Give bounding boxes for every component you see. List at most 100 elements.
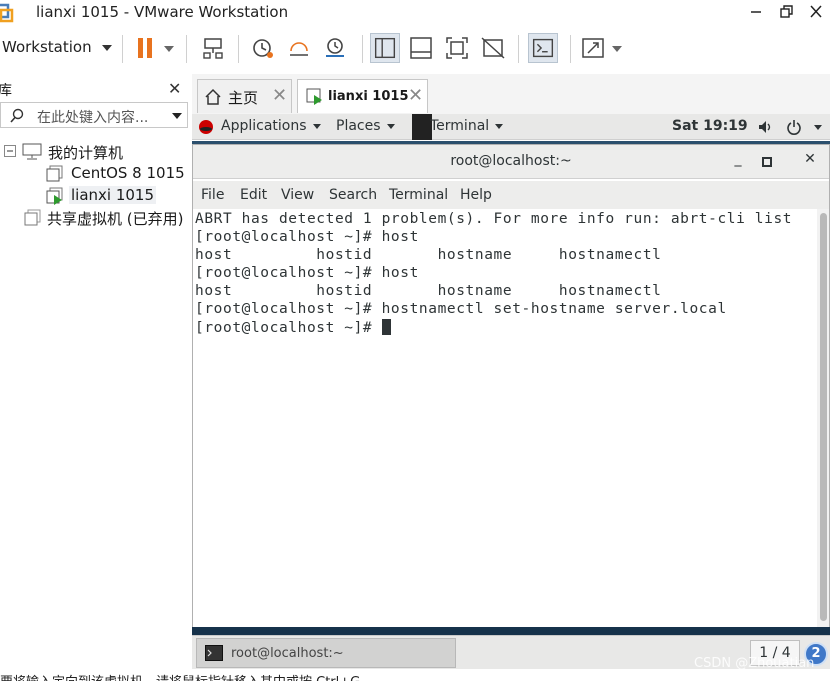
menu-edit[interactable]: Edit (240, 187, 267, 203)
chevron-down-icon[interactable] (612, 46, 622, 52)
status-bar: 要将输入定向到该虚拟机，请将鼠标指针移入其中或按 Ctrl+G。 (0, 671, 830, 681)
status-text: 要将输入定向到该虚拟机，请将鼠标指针移入其中或按 Ctrl+G。 (0, 671, 373, 681)
main-toolbar: Workstation (0, 30, 830, 68)
toolbar-divider (570, 35, 571, 63)
power-icon[interactable] (786, 119, 802, 135)
menu-terminal[interactable]: Terminal (389, 187, 448, 203)
tree-label: lianxi 1015 (69, 186, 157, 204)
chevron-down-icon[interactable] (814, 125, 822, 130)
terminal-app-icon (412, 114, 432, 140)
stretch-icon[interactable] (578, 33, 608, 63)
library-search-input[interactable]: 在此处键入内容... (0, 102, 188, 128)
terminal-prompt-line: [root@localhost ~]# (195, 319, 391, 336)
workstation-menu[interactable]: Workstation (2, 38, 112, 56)
tree-label: 共享虚拟机 (已弃用) (47, 210, 184, 228)
tab-label: 主页 (228, 89, 259, 107)
tree-item-vm[interactable]: CentOS 8 1015 (0, 162, 190, 184)
collapse-icon[interactable] (4, 145, 16, 157)
revert-snapshot-icon[interactable] (284, 33, 314, 63)
clock[interactable]: Sat 19:19 (672, 118, 748, 134)
toolbar-divider (186, 35, 187, 63)
tab-lianxi[interactable]: lianxi 1015 ✕ (297, 79, 428, 113)
title-bar: lianxi 1015 - VMware Workstation (0, 0, 830, 26)
tab-label: lianxi 1015 (328, 89, 409, 104)
toolbar-divider (518, 35, 519, 63)
maximize-icon[interactable] (761, 156, 773, 168)
terminal-icon (205, 645, 223, 661)
close-icon[interactable] (805, 2, 827, 22)
tree-item-vm-selected[interactable]: lianxi 1015 (0, 184, 190, 206)
library-title: 库 (0, 83, 12, 99)
taskbar-window-button[interactable]: root@localhost:~ (196, 638, 456, 668)
gnome-top-bar: Applications Places Terminal Sat 19:19 (192, 114, 830, 140)
search-placeholder: 在此处键入内容... (37, 110, 149, 126)
places-menu[interactable]: Places (336, 118, 395, 134)
volume-icon[interactable] (758, 120, 774, 134)
shared-vm-icon (24, 209, 41, 226)
menu-search[interactable]: Search (329, 187, 377, 203)
search-icon (10, 108, 24, 123)
fullscreen-icon[interactable] (442, 33, 472, 63)
taskbar-window-label: root@localhost:~ (231, 646, 344, 661)
chevron-down-icon (312, 123, 321, 129)
library-view-icon[interactable] (370, 33, 400, 63)
tree-item-shared-vms[interactable]: 共享虚拟机 (已弃用) (0, 206, 190, 228)
window-title: lianxi 1015 - VMware Workstation (36, 3, 289, 21)
toolbar-divider (362, 35, 363, 63)
terminal-header-bar[interactable]: root@localhost:~ _ ✕ (193, 145, 829, 179)
tree-item-my-computer[interactable]: 我的计算机 (0, 140, 190, 162)
close-icon[interactable]: ✕ (168, 79, 181, 98)
vm-running-icon (46, 187, 63, 205)
toolbar-divider (122, 35, 123, 63)
terminal-line: [root@localhost ~]# host (195, 229, 419, 245)
close-icon[interactable]: ✕ (799, 151, 821, 173)
terminal-window[interactable]: root@localhost:~ _ ✕ File Edit View Sear… (192, 144, 830, 627)
menu-view[interactable]: View (281, 187, 314, 203)
chevron-down-icon (386, 123, 395, 129)
tab-home[interactable]: 主页 ✕ (197, 79, 292, 113)
redhat-icon (199, 120, 213, 134)
terminal-line: host hostid hostname hostnamectl (195, 247, 662, 263)
menu-help[interactable]: Help (460, 187, 492, 203)
scrollbar-thumb[interactable] (820, 213, 827, 621)
vm-running-icon (306, 88, 322, 105)
terminal-line: [root@localhost ~]# host (195, 265, 419, 281)
chevron-down-icon[interactable] (172, 113, 182, 119)
terminal-line: ABRT has detected 1 problem(s). For more… (195, 211, 793, 227)
snapshot-icon[interactable] (248, 33, 278, 63)
library-panel: 库 ✕ 在此处键入内容... 我的计算机 CentOS 8 1015 lianx… (0, 74, 190, 681)
menu-file[interactable]: File (201, 187, 224, 203)
restore-icon[interactable] (775, 2, 797, 22)
terminal-scrollbar[interactable] (817, 209, 829, 627)
terminal-app-menu[interactable]: Terminal (430, 118, 504, 134)
terminal-line: host hostid hostname hostnamectl (195, 283, 662, 299)
close-icon[interactable]: ✕ (408, 85, 423, 106)
console-view-icon[interactable] (406, 33, 436, 63)
chevron-down-icon[interactable] (164, 46, 174, 52)
vmware-logo-icon (0, 3, 14, 23)
send-ctrl-alt-del-icon[interactable] (198, 33, 228, 63)
vm-tab-strip: 主页 ✕ lianxi 1015 ✕ (192, 74, 830, 114)
unity-icon[interactable] (478, 33, 508, 63)
chevron-down-icon (101, 44, 112, 51)
terminal-icon[interactable] (528, 33, 558, 63)
pause-icon[interactable] (130, 33, 160, 63)
library-header: 库 ✕ (0, 76, 190, 99)
terminal-line: [root@localhost ~]# hostnamectl set-host… (195, 301, 727, 317)
tree-label: CentOS 8 1015 (71, 164, 185, 182)
computer-icon (22, 143, 42, 160)
text-cursor (381, 319, 391, 335)
toolbar-divider (238, 35, 239, 63)
applications-menu[interactable]: Applications (221, 118, 321, 134)
tree-label: 我的计算机 (48, 144, 124, 162)
minimize-icon[interactable]: _ (727, 151, 749, 173)
home-icon (205, 88, 221, 105)
minimize-icon[interactable] (745, 2, 767, 22)
terminal-menubar: File Edit View Search Terminal Help (193, 181, 829, 209)
terminal-screen[interactable]: ABRT has detected 1 problem(s). For more… (193, 209, 817, 627)
chevron-down-icon (495, 123, 504, 129)
watermark: CSDN @Zhouatian (694, 656, 815, 671)
manage-snapshots-icon[interactable] (320, 33, 350, 63)
close-icon[interactable]: ✕ (272, 85, 287, 106)
vm-icon (46, 165, 63, 182)
